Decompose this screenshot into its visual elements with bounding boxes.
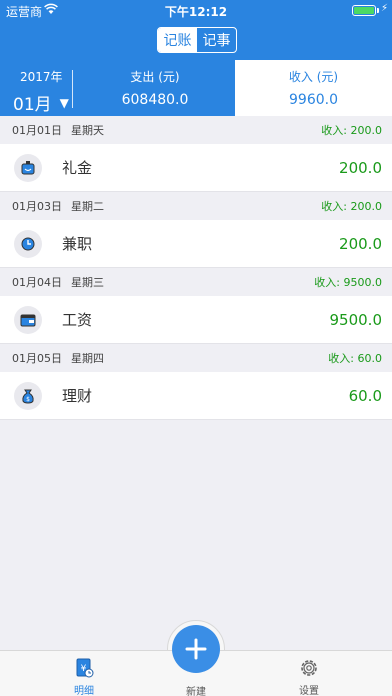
day-header: 01月03日 星期二 收入: 200.0 xyxy=(0,192,392,220)
tab-settings-label: 设置 xyxy=(299,686,319,696)
tab-settings[interactable]: 设置 xyxy=(269,657,349,696)
month-label: 01月 xyxy=(13,95,52,115)
part-time-clock-icon xyxy=(14,229,42,258)
tab-detail[interactable]: ¥ 明细 xyxy=(44,657,124,696)
day-weekday: 星期二 xyxy=(71,200,104,213)
entry-amount: 200.0 xyxy=(339,158,382,177)
charging-icon: ⚡ xyxy=(380,3,388,14)
plus-icon xyxy=(185,638,207,660)
category-name: 兼职 xyxy=(62,235,93,253)
tab-detail-label: 明细 xyxy=(74,686,94,696)
money-bag-icon: $ xyxy=(14,381,42,410)
day-header: 01月04日 星期三 收入: 9500.0 xyxy=(0,268,392,296)
day-income-total: 收入: 200.0 xyxy=(321,124,382,137)
gear-icon xyxy=(301,660,317,676)
income-label: 收入 (元) xyxy=(288,70,339,84)
gift-icon xyxy=(14,153,42,182)
day-income-total: 收入: 9500.0 xyxy=(314,276,382,289)
day-date: 01月05日 xyxy=(12,352,62,365)
list-item[interactable]: 兼职 200.0 xyxy=(0,220,392,268)
tab-notes[interactable]: 记事 xyxy=(197,28,236,52)
day-header: 01月01日 星期天 收入: 200.0 xyxy=(0,116,392,144)
income-summary[interactable]: 收入 (元) 9960.0 xyxy=(235,60,392,116)
list-item[interactable]: 礼金 200.0 xyxy=(0,144,392,192)
tab-new-label: 新建 xyxy=(186,687,206,696)
income-total: 9960.0 xyxy=(289,92,338,108)
new-entry-button[interactable] xyxy=(172,625,220,673)
expense-total: 608480.0 xyxy=(121,92,189,108)
category-name: 礼金 xyxy=(62,159,93,177)
summary-divider xyxy=(72,70,73,108)
day-date: 01月03日 xyxy=(12,200,62,213)
list-item[interactable]: $ 理财 60.0 xyxy=(0,372,392,420)
tab-bookkeeping[interactable]: 记账 xyxy=(158,28,197,52)
wallet-icon xyxy=(14,305,42,334)
list-item[interactable]: 工资 9500.0 xyxy=(0,296,392,344)
status-time: 下午12:12 xyxy=(164,5,228,19)
category-name: 工资 xyxy=(62,311,93,329)
battery-tip xyxy=(377,8,379,13)
day-weekday: 星期天 xyxy=(71,124,104,137)
caret-down-icon: ▼ xyxy=(59,95,69,110)
year-label: 2017年 xyxy=(20,70,63,84)
svg-text:$: $ xyxy=(26,396,30,403)
ledger-icon: ¥ xyxy=(76,658,94,678)
battery-icon xyxy=(352,5,376,16)
day-weekday: 星期四 xyxy=(71,352,104,365)
entry-amount: 9500.0 xyxy=(329,310,383,329)
category-name: 理财 xyxy=(62,387,93,405)
month-selector[interactable]: 01月 ▼ xyxy=(13,90,69,115)
day-income-total: 收入: 200.0 xyxy=(321,200,382,213)
day-header: 01月05日 星期四 收入: 60.0 xyxy=(0,344,392,372)
day-income-total: 收入: 60.0 xyxy=(328,352,382,365)
day-date: 01月04日 xyxy=(12,276,62,289)
mode-segmented-control: 记账 记事 xyxy=(157,27,237,53)
status-bar: 运营商 下午12:12 ⚡ xyxy=(0,0,392,20)
day-date: 01月01日 xyxy=(12,124,62,137)
entry-amount: 200.0 xyxy=(339,234,382,253)
expense-label: 支出 (元) xyxy=(130,70,180,84)
entry-amount: 60.0 xyxy=(348,386,382,405)
day-weekday: 星期三 xyxy=(71,276,104,289)
transaction-list: 01月01日 星期天 收入: 200.0 礼金 200.0 01月03日 星期二 收… xyxy=(0,116,392,420)
